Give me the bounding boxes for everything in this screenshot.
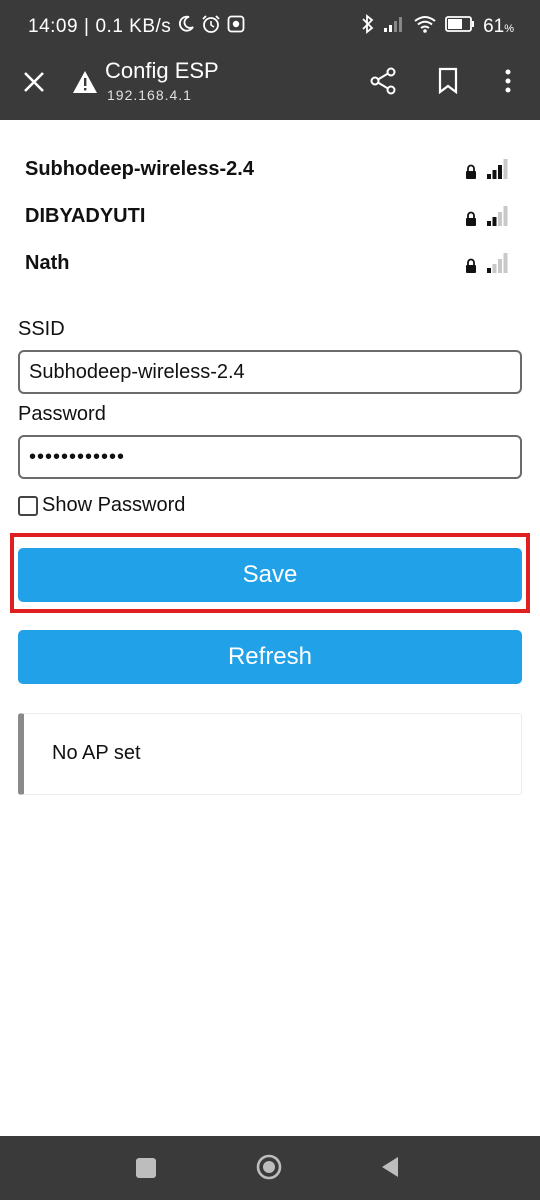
bluetooth-icon: [361, 14, 375, 40]
ssid-input[interactable]: [18, 350, 522, 394]
battery-percent: 61%: [483, 16, 514, 37]
lock-icon: [465, 164, 477, 180]
screen-record-icon: [227, 15, 245, 39]
app-bar: Config ESP 192.168.4.1: [0, 52, 540, 120]
network-item[interactable]: DIBYADYUTI: [0, 197, 540, 244]
status-time: 14:09: [28, 16, 79, 37]
lock-icon: [465, 258, 477, 274]
page-url[interactable]: 192.168.4.1: [107, 87, 192, 103]
network-ssid[interactable]: DIBYADYUTI: [25, 205, 145, 228]
status-separator: |: [84, 16, 90, 37]
refresh-button[interactable]: Refresh: [18, 630, 522, 684]
signal-strength-icon: [486, 205, 508, 227]
status-right: 61%: [361, 14, 514, 40]
show-password-checkbox[interactable]: [18, 495, 38, 516]
network-speed: 0.1 KB/s: [95, 16, 172, 37]
password-label: Password: [18, 403, 106, 425]
battery-value: 61: [483, 16, 505, 37]
status-message-box: No AP set: [18, 713, 522, 795]
network-item[interactable]: Subhodeep-wireless-2.4: [0, 150, 540, 197]
network-item[interactable]: Nath: [0, 244, 540, 291]
battery-icon: [445, 16, 475, 38]
network-list: Subhodeep-wireless-2.4 DIBYADYUTI Nath: [0, 150, 540, 291]
alarm-icon: [201, 14, 221, 40]
warning-icon[interactable]: [72, 70, 98, 94]
more-options-icon[interactable]: [498, 66, 518, 96]
status-message: No AP set: [52, 742, 141, 764]
show-password-row[interactable]: Show Password: [18, 494, 185, 517]
status-bar: 14:09 | 0.1 KB/s 61%: [0, 0, 540, 52]
page-title: Config ESP: [105, 58, 219, 83]
save-button[interactable]: Save: [18, 548, 522, 602]
cell-signal-icon: [383, 15, 405, 39]
back-icon[interactable]: [378, 1154, 402, 1180]
home-icon[interactable]: [256, 1154, 282, 1180]
lock-icon: [465, 211, 477, 227]
network-ssid[interactable]: Subhodeep-wireless-2.4: [25, 158, 254, 181]
status-left: 14:09 | 0.1 KB/s: [28, 14, 245, 40]
wifi-icon: [413, 15, 437, 39]
show-password-label[interactable]: Show Password: [42, 494, 185, 517]
share-icon[interactable]: [368, 66, 398, 96]
ssid-label: SSID: [18, 318, 65, 340]
recents-icon[interactable]: [136, 1158, 156, 1178]
close-icon[interactable]: [20, 68, 48, 96]
signal-strength-icon: [486, 158, 508, 180]
password-input[interactable]: [18, 435, 522, 479]
navigation-bar: [0, 1136, 540, 1200]
signal-strength-icon: [486, 252, 508, 274]
moon-icon: [177, 15, 195, 39]
bookmark-icon[interactable]: [436, 66, 460, 96]
network-ssid[interactable]: Nath: [25, 252, 69, 275]
